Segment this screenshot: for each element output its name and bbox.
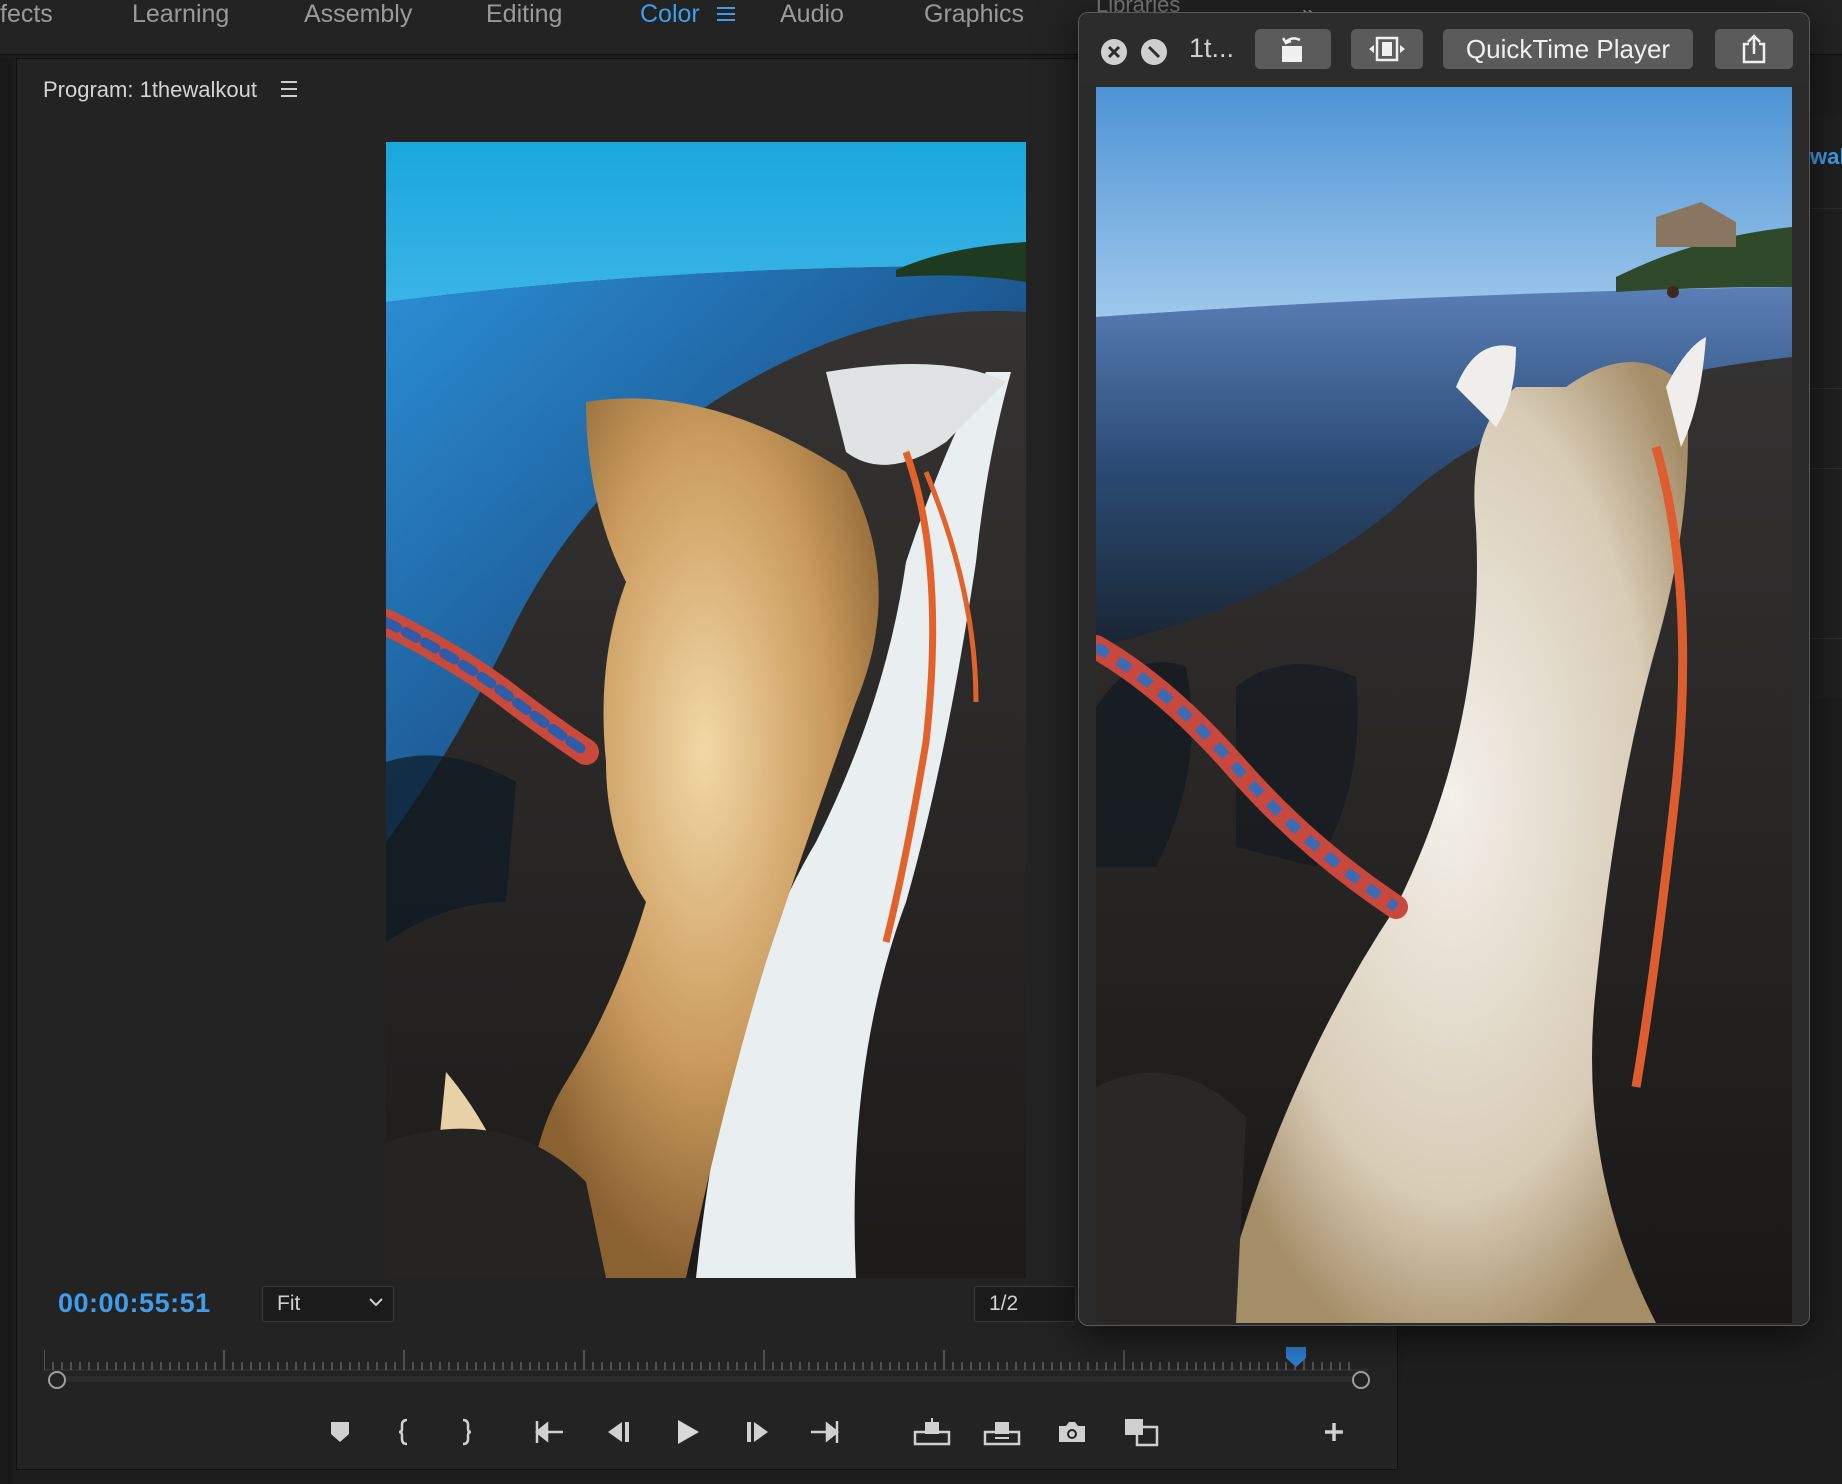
export-frame-button[interactable]: [1050, 1410, 1094, 1454]
go-to-in-icon: [534, 1421, 563, 1443]
panel-menu-icon[interactable]: [281, 81, 297, 102]
zoom-level-value: Fit: [277, 1292, 301, 1315]
zoom-bar-left-handle[interactable]: [48, 1371, 66, 1389]
trim-button[interactable]: [1351, 29, 1423, 69]
camera-icon: [1059, 1422, 1085, 1442]
step-forward-button[interactable]: [736, 1410, 780, 1454]
close-icon: [1107, 45, 1121, 59]
right-panel-label[interactable]: wal: [1810, 144, 1842, 170]
step-back-button[interactable]: [596, 1410, 640, 1454]
marker-icon: [331, 1422, 349, 1442]
list-divider: [1808, 468, 1842, 469]
plus-icon: [1325, 1423, 1343, 1441]
step-forward-icon: [747, 1422, 768, 1442]
tab-effects[interactable]: fects: [0, 0, 53, 30]
zoom-level-select[interactable]: Fit: [262, 1286, 394, 1322]
right-panel-list: [1808, 116, 1842, 698]
workspace-menu-icon[interactable]: [717, 4, 735, 22]
mark-out-button[interactable]: [444, 1410, 488, 1454]
mark-in-icon: [398, 1418, 408, 1446]
go-to-out-icon: [811, 1421, 840, 1443]
playhead-marker[interactable]: [1285, 1346, 1307, 1368]
quicktime-titlebar[interactable]: 1t... QuickTime Player: [1079, 13, 1809, 85]
tab-graphics[interactable]: Graphics: [924, 0, 1024, 30]
add-marker-button[interactable]: [318, 1410, 362, 1454]
playback-resolution-value: 1/2: [989, 1292, 1019, 1315]
panel-title[interactable]: Program: 1thewalkout: [43, 77, 257, 103]
extract-icon: [983, 1422, 1021, 1446]
minimize-icon: [1147, 45, 1161, 59]
lift-button[interactable]: [910, 1410, 954, 1454]
quicktime-video[interactable]: [1096, 87, 1792, 1323]
share-button[interactable]: [1715, 29, 1793, 69]
lift-icon: [913, 1418, 951, 1446]
quicktime-window: 1t... QuickTime Player: [1078, 12, 1810, 1326]
trim-icon: [1369, 36, 1405, 62]
rotate-button[interactable]: [1255, 29, 1331, 69]
minimize-button[interactable]: [1141, 39, 1167, 65]
left-panel-edge: [0, 58, 13, 1484]
list-divider: [1808, 638, 1842, 639]
mark-in-button[interactable]: [382, 1410, 426, 1454]
quicktime-video-image: [1096, 87, 1792, 1323]
list-divider: [1808, 388, 1842, 389]
go-to-in-button[interactable]: [528, 1410, 572, 1454]
quicktime-title: 1t...: [1189, 33, 1235, 63]
time-ruler[interactable]: [44, 1340, 1368, 1390]
tab-learning[interactable]: Learning: [132, 0, 229, 30]
playback-resolution-select[interactable]: 1/2: [974, 1286, 1076, 1322]
step-back-icon: [608, 1422, 629, 1442]
zoom-bar-right-handle[interactable]: [1352, 1371, 1370, 1389]
chevron-down-icon: [369, 1298, 383, 1307]
zoom-scroll-bar[interactable]: [56, 1376, 1358, 1382]
timecode-display[interactable]: 00:00:55:51: [58, 1288, 211, 1319]
go-to-out-button[interactable]: [802, 1410, 846, 1454]
play-icon: [678, 1420, 699, 1444]
program-video-frame: [386, 142, 1026, 1278]
list-divider: [1808, 208, 1842, 209]
comparison-view-icon: [1125, 1419, 1159, 1447]
tab-color[interactable]: Color: [640, 0, 700, 30]
open-in-quicktime-button[interactable]: QuickTime Player: [1443, 29, 1693, 69]
rotate-icon: [1281, 37, 1302, 62]
tab-editing[interactable]: Editing: [486, 0, 562, 30]
play-button[interactable]: [666, 1410, 710, 1454]
transport-controls: [0, 1410, 1380, 1460]
video-frame-image: [386, 142, 1026, 1278]
comparison-view-button[interactable]: [1120, 1410, 1164, 1454]
mark-out-icon: [462, 1418, 472, 1446]
close-button[interactable]: [1101, 39, 1127, 65]
share-icon: [1742, 34, 1766, 64]
tab-assembly[interactable]: Assembly: [304, 0, 412, 30]
button-editor-button[interactable]: [1312, 1410, 1356, 1454]
tab-audio[interactable]: Audio: [780, 0, 844, 30]
extract-button[interactable]: [980, 1410, 1024, 1454]
